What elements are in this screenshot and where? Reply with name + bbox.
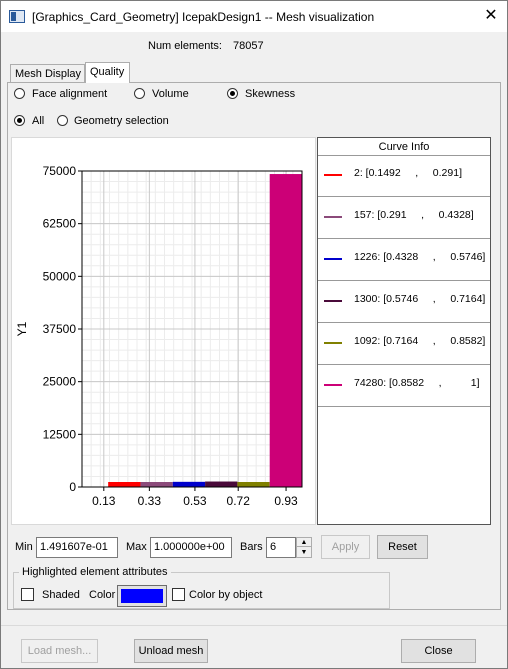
x-tick-label: 0.72 (227, 494, 251, 508)
min-label: Min (15, 541, 33, 553)
volume-radio[interactable] (134, 88, 145, 99)
curve-legend-label: 2: [0.1492 , 0.291] (354, 167, 462, 179)
curve-info-title: Curve Info (318, 138, 490, 156)
shaded-checkbox[interactable] (21, 588, 34, 601)
geometry-selection-radio[interactable] (57, 115, 68, 126)
curve-legend-swatch (324, 216, 342, 218)
bars-label: Bars (240, 541, 263, 553)
all-label: All (32, 115, 45, 127)
color-by-object-label: Color by object (189, 589, 263, 601)
curve-legend-label: 74280: [0.8582 , 1] (354, 377, 480, 389)
curve-info-panel: Curve Info 2: [0.1492 , 0.291] 157: [0.29… (317, 137, 491, 525)
curve-legend-label: 1300: [0.5746 , 0.7164] (354, 293, 486, 305)
curve-legend-label: 157: [0.291 , 0.4328] (354, 209, 474, 221)
curve-legend-swatch (324, 174, 342, 176)
curve-legend-swatch (324, 342, 342, 344)
histogram-svg: 0 12500 25000 37500 50000 62500 75000 0.13 0.33 0… (15, 164, 303, 508)
shaded-label: Shaded (42, 589, 80, 601)
curve-legend-label: 1226: [0.4328 , 0.5746] (354, 251, 486, 263)
curve-info-item: 74280: [0.8582 , 1] (318, 366, 490, 407)
highlight-group-title: Highlighted element attributes (19, 566, 171, 578)
curve-legend-swatch (324, 258, 342, 260)
curve-info-item: 2: [0.1492 , 0.291] (318, 156, 490, 197)
histogram-bar (237, 482, 270, 487)
tab-quality[interactable]: Quality (85, 62, 130, 83)
x-tick-label: 0.13 (92, 494, 116, 508)
load-mesh-button[interactable]: Load mesh... (21, 639, 98, 663)
color-by-object-checkbox[interactable] (172, 588, 185, 601)
skewness-label: Skewness (245, 88, 296, 100)
curve-legend-swatch (324, 384, 342, 386)
y-tick-label: 12500 (43, 427, 77, 441)
max-label: Max (126, 541, 147, 553)
highlight-color-button[interactable] (117, 585, 167, 607)
y-tick-label: 50000 (43, 269, 77, 283)
reset-button[interactable]: Reset (377, 535, 428, 559)
close-button[interactable]: Close (401, 639, 476, 663)
num-elements-label: Num elements: (148, 40, 222, 52)
volume-label: Volume (152, 88, 189, 100)
y-tick-label: 62500 (43, 217, 77, 231)
skewness-radio[interactable] (227, 88, 238, 99)
title-bar: [Graphics_Card_Geometry] IcepakDesign1 -… (1, 1, 507, 32)
unload-mesh-button[interactable]: Unload mesh (134, 639, 208, 663)
y-tick-label: 0 (69, 480, 76, 494)
y-tick-label: 25000 (43, 375, 77, 389)
curve-legend-swatch (324, 300, 342, 302)
close-icon[interactable]: ✕ (479, 5, 503, 27)
curve-info-item: 1226: [0.4328 , 0.5746] (318, 240, 490, 281)
apply-button[interactable]: Apply (321, 535, 370, 559)
mesh-visualization-window: [Graphics_Card_Geometry] IcepakDesign1 -… (0, 0, 508, 669)
bars-spinner[interactable]: ▲ ▼ (296, 537, 312, 558)
curve-info-item: 1092: [0.7164 , 0.8582] (318, 324, 490, 365)
max-input[interactable]: 1.000000e+00 (150, 537, 232, 558)
spin-down-icon[interactable]: ▼ (297, 548, 311, 557)
footer-separator (1, 625, 507, 626)
histogram-bar (108, 482, 141, 487)
face-alignment-label: Face alignment (32, 88, 108, 100)
tab-mesh-display[interactable]: Mesh Display (10, 64, 85, 82)
y-tick-label: 75000 (43, 164, 77, 178)
spin-up-icon[interactable]: ▲ (297, 538, 311, 547)
x-tick-label: 0.93 (274, 494, 298, 508)
all-radio[interactable] (14, 115, 25, 126)
x-tick-label: 0.53 (183, 494, 207, 508)
color-swatch (121, 589, 163, 603)
x-tick-label: 0.33 (138, 494, 162, 508)
y-tick-label: 37500 (43, 322, 77, 336)
curve-info-item: 1300: [0.5746 , 0.7164] (318, 282, 490, 323)
geometry-selection-label: Geometry selection (74, 115, 169, 127)
num-elements-value: 78057 (233, 40, 264, 52)
y-axis-label: Y1 (15, 321, 29, 336)
window-title: [Graphics_Card_Geometry] IcepakDesign1 -… (32, 10, 375, 24)
bars-input[interactable]: 6 (266, 537, 296, 558)
window-icon (9, 10, 25, 23)
histogram-bar (269, 174, 302, 487)
curve-legend-label: 1092: [0.7164 , 0.8582] (354, 335, 486, 347)
curve-info-item: 157: [0.291 , 0.4328] (318, 198, 490, 239)
face-alignment-radio[interactable] (14, 88, 25, 99)
color-label: Color (89, 589, 116, 601)
histogram-bar (140, 482, 173, 487)
histogram-bar (172, 481, 206, 487)
min-input[interactable]: 1.491607e-01 (36, 537, 118, 558)
histogram-bar (205, 481, 238, 487)
skewness-histogram: 0 12500 25000 37500 50000 62500 75000 0.13 0.33 0… (11, 137, 316, 525)
